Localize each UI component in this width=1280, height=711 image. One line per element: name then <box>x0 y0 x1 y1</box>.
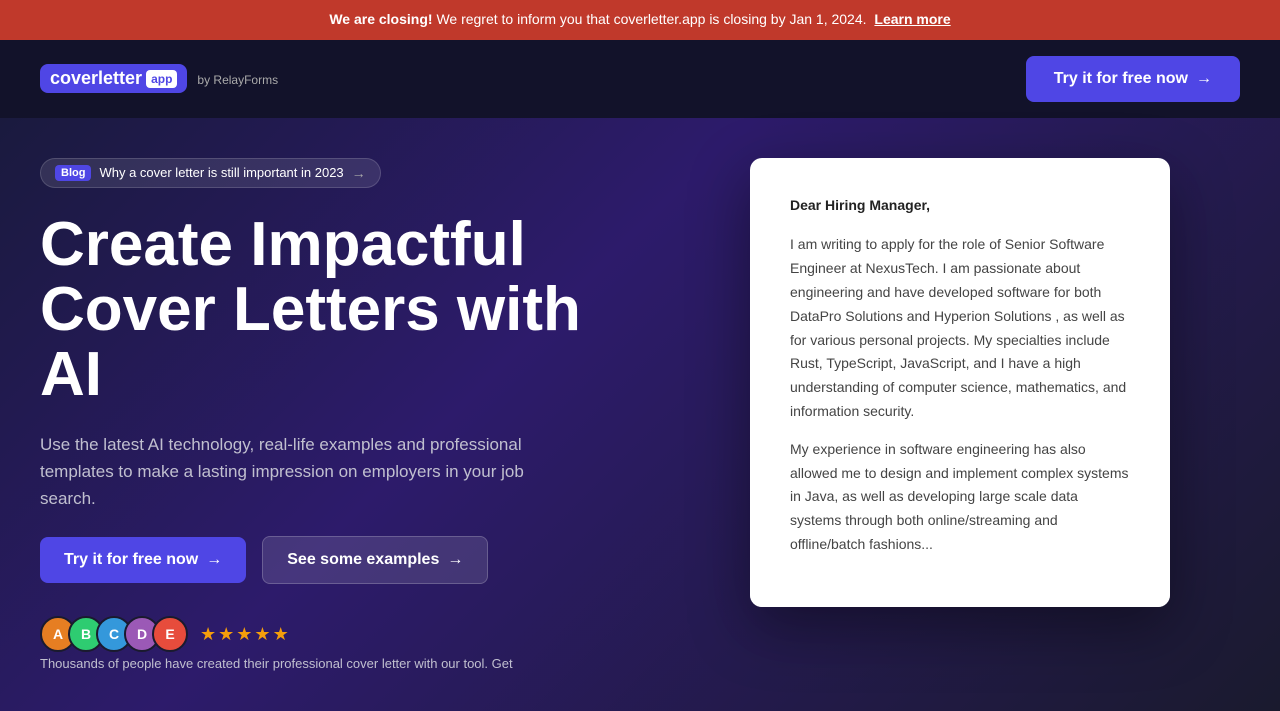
cover-letter-card: Dear Hiring Manager, I am writing to app… <box>750 158 1170 607</box>
try-free-label: Try it for free now <box>64 551 198 569</box>
see-examples-button[interactable]: See some examples → <box>262 536 488 584</box>
logo-area: coverletter app by RelayForms <box>40 64 278 93</box>
nav-cta-button[interactable]: Try it for free now → <box>1026 56 1240 102</box>
banner-bold-text: We are closing! <box>329 11 432 27</box>
stars: ★★★★★ <box>200 624 289 645</box>
blog-pill[interactable]: Blog Why a cover letter is still importa… <box>40 158 381 188</box>
hero-heading-line2: Cover Letters with AI <box>40 275 581 409</box>
social-proof-text: Thousands of people have created their p… <box>40 656 600 671</box>
see-examples-arrow: → <box>447 551 463 569</box>
banner-text: We regret to inform you that coverletter… <box>436 11 866 27</box>
try-free-arrow: → <box>206 551 222 569</box>
hero-buttons: Try it for free now → See some examples … <box>40 536 600 584</box>
avatars: ABCDE <box>40 616 188 652</box>
learn-more-link[interactable]: Learn more <box>874 11 950 27</box>
hero-left: Blog Why a cover letter is still importa… <box>40 118 640 711</box>
cover-letter-paragraph1: I am writing to apply for the role of Se… <box>790 233 1130 423</box>
star-icon: ★ <box>273 624 289 645</box>
avatar: E <box>152 616 188 652</box>
nav-cta-arrow: → <box>1196 70 1212 88</box>
hero-section: Blog Why a cover letter is still importa… <box>0 118 1280 711</box>
hero-heading-line1: Create Impactful <box>40 210 526 279</box>
star-icon: ★ <box>254 624 270 645</box>
logo-app-badge: app <box>146 70 177 88</box>
logo-box: coverletter app <box>40 64 187 93</box>
try-free-button[interactable]: Try it for free now → <box>40 537 246 583</box>
social-proof-area: ABCDE ★★★★★ Thousands of people have cre… <box>40 608 600 671</box>
star-icon: ★ <box>200 624 216 645</box>
star-icon: ★ <box>218 624 234 645</box>
logo-name: coverletter <box>50 68 142 89</box>
navbar: coverletter app by RelayForms Try it for… <box>0 40 1280 118</box>
cover-letter-salutation: Dear Hiring Manager, <box>790 194 1130 218</box>
closing-banner: We are closing! We regret to inform you … <box>0 0 1280 40</box>
hero-heading: Create Impactful Cover Letters with AI <box>40 212 600 407</box>
blog-pill-text: Why a cover letter is still important in… <box>99 165 343 180</box>
see-examples-label: See some examples <box>287 551 439 569</box>
nav-cta-label: Try it for free now <box>1054 70 1188 88</box>
blog-pill-label: Blog <box>55 165 91 181</box>
cover-letter-paragraph2: My experience in software engineering ha… <box>790 438 1130 557</box>
hero-right: Dear Hiring Manager, I am writing to app… <box>640 118 1240 647</box>
social-proof: ABCDE ★★★★★ <box>40 616 600 652</box>
star-icon: ★ <box>236 624 252 645</box>
logo-by: by RelayForms <box>197 73 278 87</box>
blog-pill-arrow: → <box>352 165 366 181</box>
hero-description: Use the latest AI technology, real-life … <box>40 431 540 513</box>
